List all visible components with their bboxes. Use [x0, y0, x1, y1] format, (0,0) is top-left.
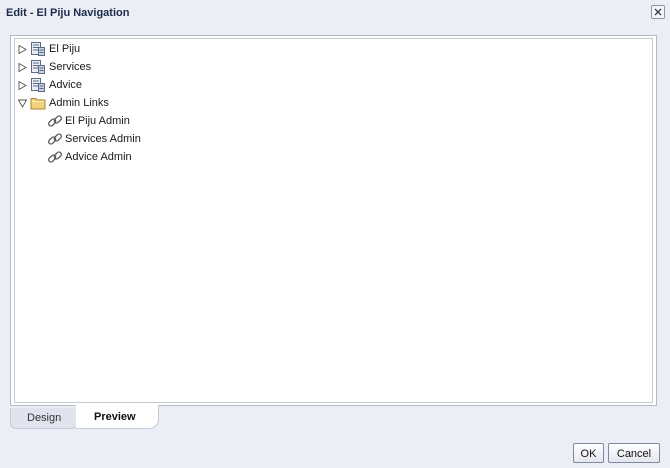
link-icon: [48, 133, 62, 145]
link-icon: [48, 151, 62, 163]
triangle-down-icon[interactable]: [18, 99, 27, 108]
triangle-right-icon[interactable]: [18, 81, 27, 90]
page-icon: [31, 42, 45, 56]
cancel-button[interactable]: Cancel: [608, 443, 660, 463]
tree-node-services[interactable]: Services: [15, 58, 215, 76]
tree-node-advice-admin[interactable]: Advice Admin: [15, 148, 215, 166]
tab-preview-label: Preview: [94, 411, 136, 423]
tree-node-label: Advice Admin: [65, 151, 132, 163]
tree-node-label: El Piju: [49, 43, 81, 55]
navigation-tree-panel: El Piju Services Advice Admin Links El P…: [10, 35, 657, 406]
tab-design-label: Design: [27, 412, 62, 424]
ok-button[interactable]: OK: [573, 443, 604, 463]
navigation-tree: El Piju Services Advice Admin Links El P…: [14, 38, 653, 403]
tab-design[interactable]: Design: [10, 408, 78, 429]
close-icon: [654, 8, 662, 16]
tree-node-label: Services: [49, 61, 92, 73]
tree-node-label: Advice: [49, 79, 83, 91]
tree-node-services-admin[interactable]: Services Admin: [15, 130, 215, 148]
close-button[interactable]: [651, 5, 665, 19]
page-icon: [31, 78, 45, 92]
page-icon: [31, 60, 45, 74]
tree-node-advice[interactable]: Advice: [15, 76, 215, 94]
triangle-right-icon[interactable]: [18, 45, 27, 54]
tree-node-label: Services Admin: [65, 133, 141, 145]
tree-node-el-piju-admin[interactable]: El Piju Admin: [15, 112, 215, 130]
dialog-titlebar: Edit - El Piju Navigation: [0, 0, 670, 28]
folder-icon: [30, 98, 46, 110]
link-icon: [48, 115, 62, 127]
edit-navigation-dialog: Edit - El Piju Navigation El Piju Servic…: [0, 0, 670, 468]
triangle-right-icon[interactable]: [18, 63, 27, 72]
tree-node-el-piju[interactable]: El Piju: [15, 40, 215, 58]
tab-preview[interactable]: Preview: [76, 405, 159, 429]
tree-node-label: Admin Links: [49, 97, 109, 109]
tree-node-label: El Piju Admin: [65, 115, 130, 127]
view-tabs: Design Preview: [10, 405, 655, 429]
dialog-title: Edit - El Piju Navigation: [6, 7, 130, 19]
tree-node-admin-links[interactable]: Admin Links: [15, 94, 215, 112]
